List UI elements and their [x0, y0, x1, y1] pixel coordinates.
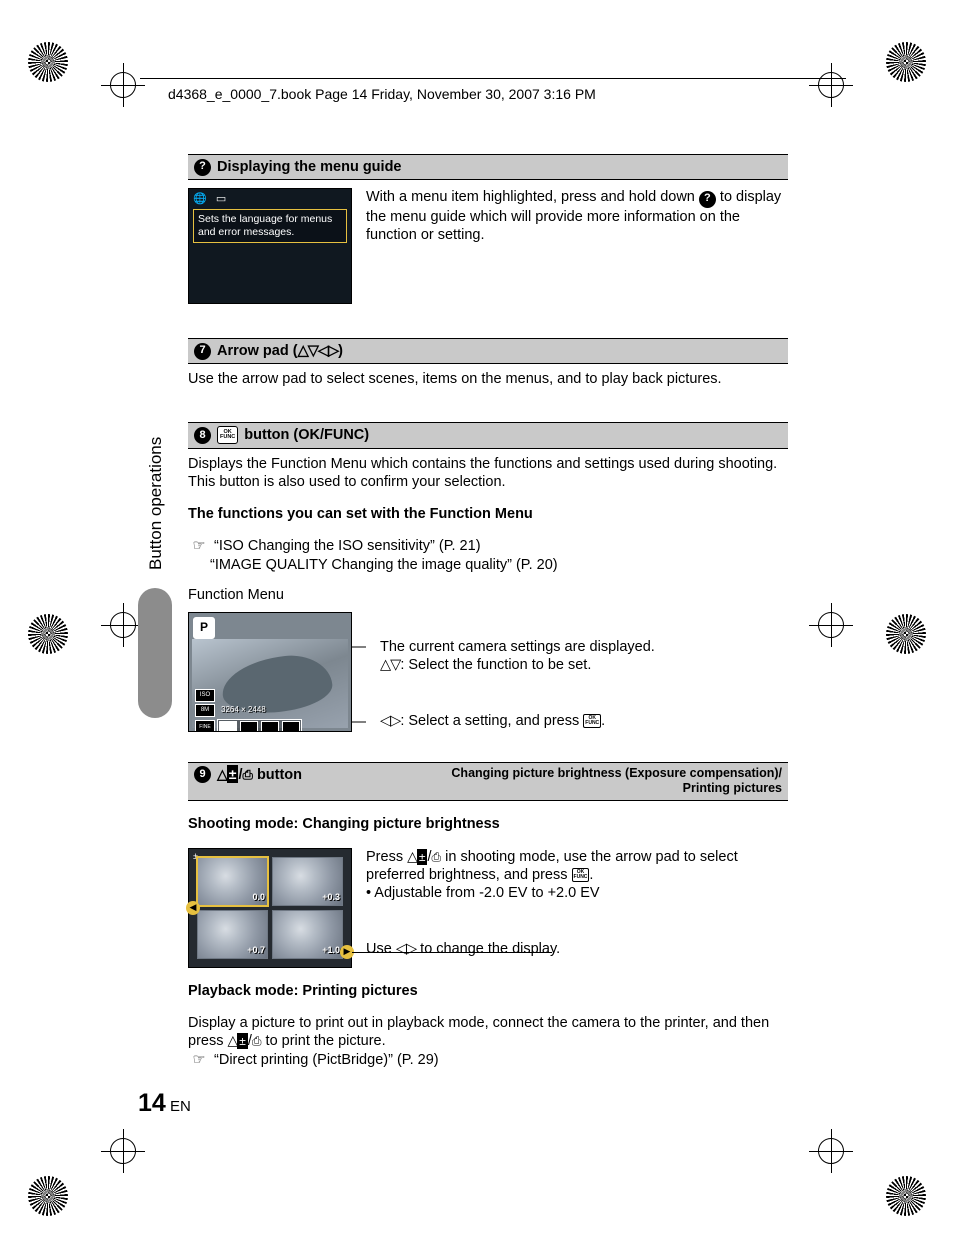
ev-range-bullet: • Adjustable from -2.0 EV to +2.0 EV [366, 884, 788, 902]
registration-mark [108, 70, 138, 100]
left-right-arrows-icon: ◁▷ [396, 941, 416, 957]
crop-mark-sunburst [886, 42, 926, 82]
okfunc-title: button (OK/FUNC) [244, 426, 369, 444]
ev-use-post: to change the display. [420, 941, 560, 957]
up-arrow-icon: △ [407, 848, 417, 864]
registration-mark [816, 1136, 846, 1166]
crop-mark-sunburst [28, 1176, 68, 1216]
registration-mark [108, 1136, 138, 1166]
fm-note-settings: The current camera settings are displaye… [380, 638, 788, 656]
exposure-comp-screenshot: ± 0.0 +0.3 +0.7 +1.0 ◀ ▶ [188, 848, 352, 968]
ev-cell: 0.0 [197, 857, 268, 906]
help-button-icon: ? [194, 159, 211, 176]
size-badge-icon: 8M [195, 704, 215, 717]
fm-note-select-setting: : Select a setting, and press [400, 713, 583, 729]
circled-number-icon: 7 [194, 343, 211, 360]
playback-body: Display a picture to print out in playba… [188, 1014, 788, 1050]
ev-cell: +0.7 [197, 910, 268, 959]
ev-cell: +1.0 [272, 910, 343, 959]
fine-badge-icon: FINE [195, 720, 215, 732]
okfunc-ref-line: “IMAGE QUALITY Changing the image qualit… [188, 556, 788, 574]
ev-button-title: button [257, 767, 302, 783]
okfunc-subhead: The functions you can set with the Funct… [188, 505, 788, 523]
callout-line [352, 952, 552, 953]
circled-number-icon: 9 [194, 766, 211, 783]
menu-guide-icon: 🌐 ▭ [193, 193, 347, 206]
page-number: 14 EN [138, 1089, 191, 1118]
okfunc-ref-line: ☞ “ISO Changing the ISO sensitivity” (P.… [188, 537, 788, 555]
crop-mark-sunburst [886, 1176, 926, 1216]
iso-badge-icon: ISO [195, 689, 215, 702]
playback-mode-subhead: Playback mode: Printing pictures [188, 982, 788, 1000]
section-thumb-tab [138, 588, 172, 718]
ev-use-pre: Use [366, 941, 396, 957]
ev-body-pre: Press [366, 849, 407, 865]
arrow-pad-title-pre: Arrow pad ( [217, 343, 298, 359]
menu-guide-screenshot: 🌐 ▭ Sets the language for menus and erro… [188, 188, 352, 304]
section-title: Displaying the menu guide [217, 158, 402, 176]
help-button-icon: ? [699, 191, 716, 208]
crop-mark-sunburst [28, 42, 68, 82]
reference-hand-icon: ☞ [188, 537, 210, 555]
ok-func-button-icon: OKFUNC [583, 714, 601, 728]
section-heading-menu-guide: ? Displaying the menu guide [188, 154, 788, 180]
up-arrow-icon: △ [228, 1032, 238, 1048]
arrow-pad-title-post: ) [338, 343, 343, 359]
exposure-comp-icon: ± [237, 1033, 248, 1049]
arrow-pad-body: Use the arrow pad to select scenes, item… [188, 370, 788, 388]
up-arrow-icon: △ [217, 766, 227, 782]
fm-note-select-function: : Select the function to be set. [400, 657, 591, 673]
crop-mark-sunburst [28, 614, 68, 654]
ev-right-2: Printing pictures [451, 781, 782, 797]
function-menu-label: Function Menu [188, 586, 788, 604]
menu-guide-text: Sets the language for menus and error me… [193, 209, 347, 242]
section-side-label: Button operations [146, 437, 166, 570]
crop-mark-sunburst [886, 614, 926, 654]
registration-mark [108, 610, 138, 640]
print-icon: ⎙ [432, 850, 442, 864]
up-down-arrows-icon: △▽ [380, 657, 400, 673]
reference-hand-icon: ☞ [188, 1051, 210, 1069]
arrow-pad-glyphs-icon: △▽◁▷ [298, 343, 339, 359]
exposure-comp-icon: ± [417, 849, 428, 865]
ok-func-button-icon: OKFUNC [572, 868, 590, 882]
menu-guide-body-pre: With a menu item highlighted, press and … [366, 189, 699, 205]
quality-thumbnails [217, 719, 302, 732]
print-icon: ⎙ [243, 767, 253, 782]
running-header: d4368_e_0000_7.book Page 14 Friday, Nove… [168, 86, 596, 102]
section-heading-okfunc: 8 OKFUNC button (OK/FUNC) [188, 422, 788, 448]
registration-mark [816, 610, 846, 640]
circled-number-icon: 8 [194, 427, 211, 444]
registration-mark [816, 70, 846, 100]
playback-ref-line: ☞ “Direct printing (PictBridge)” (P. 29) [188, 1051, 788, 1069]
left-arrow-icon: ◀ [186, 901, 200, 915]
header-rule [140, 78, 846, 79]
ev-right-1: Changing picture brightness (Exposure co… [451, 766, 782, 782]
shooting-mode-badge: P [193, 617, 215, 639]
print-icon: ⎙ [252, 1034, 262, 1048]
shooting-mode-subhead: Shooting mode: Changing picture brightne… [188, 815, 788, 833]
section-heading-arrow-pad: 7 Arrow pad (△▽◁▷) [188, 338, 788, 364]
okfunc-body: Displays the Function Menu which contain… [188, 455, 788, 491]
ok-func-button-icon: OKFUNC [217, 426, 238, 444]
left-right-arrows-icon: ◁▷ [380, 713, 400, 729]
function-menu-screenshot: P ISO 8M 3264 × 2448 FINE [188, 612, 352, 732]
callout-lines [352, 642, 366, 732]
exposure-comp-icon: ± [227, 765, 239, 783]
resolution-text: 3264 × 2448 [221, 705, 266, 715]
ev-cell: +0.3 [272, 857, 343, 906]
section-heading-ev-print: 9 △±/⎙ button Changing picture brightnes… [188, 762, 788, 801]
